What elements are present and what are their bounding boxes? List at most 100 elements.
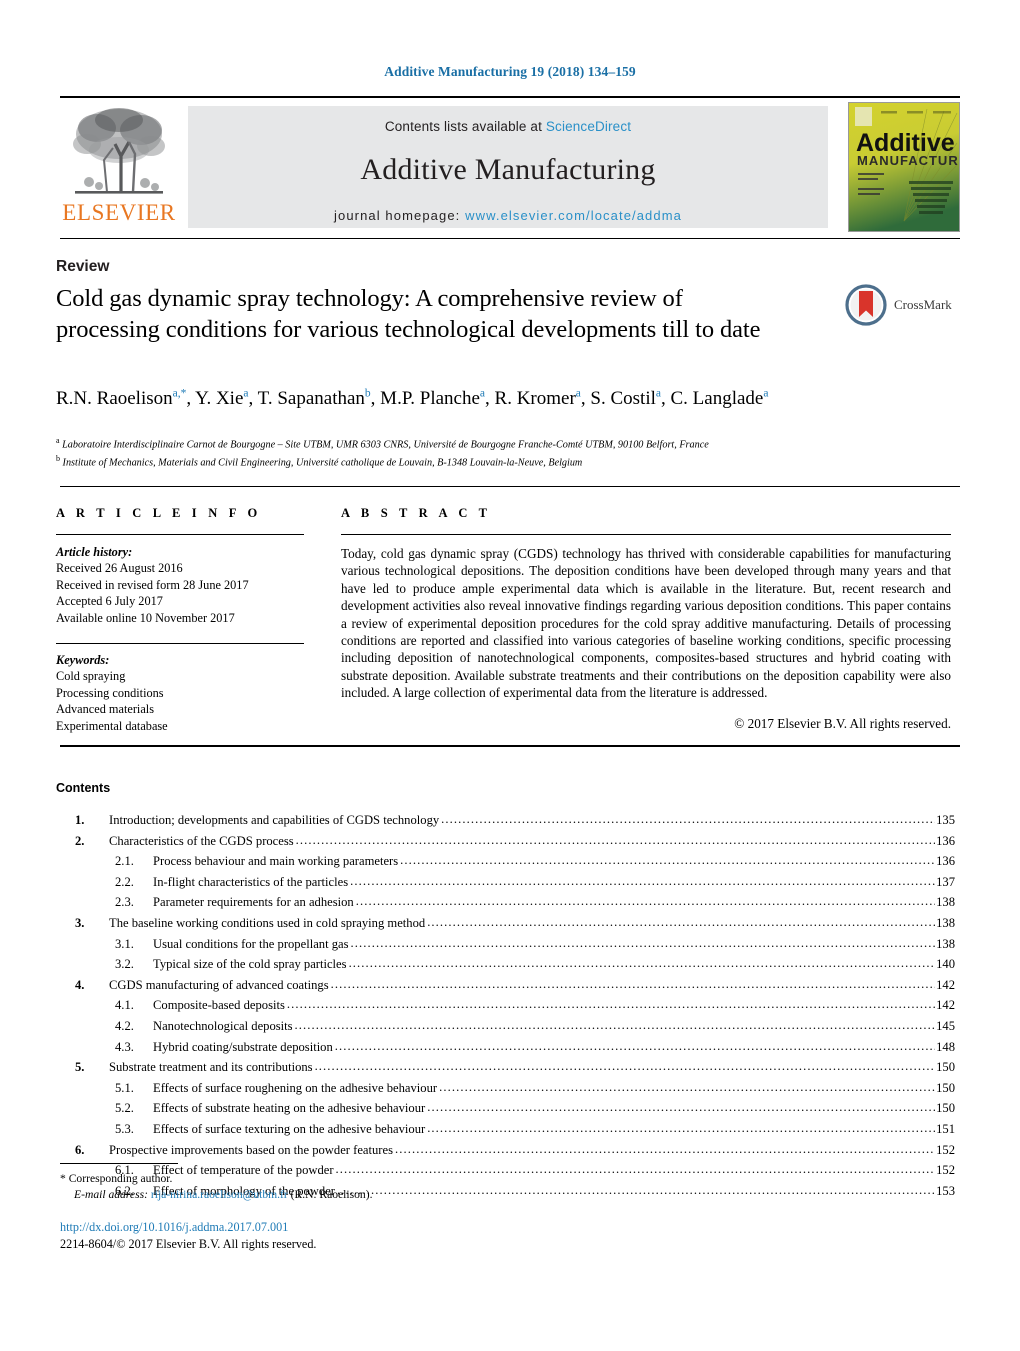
toc-entry-label: Effects of surface roughening on the adh… — [153, 1080, 438, 1095]
toc-entry[interactable]: 2.2. In-flight characteristics of the par… — [75, 872, 955, 893]
elsevier-wordmark: ELSEVIER — [62, 200, 176, 225]
svg-text:MANUFACTURING: MANUFACTURING — [857, 153, 959, 168]
toc-entry[interactable]: 2.3. Parameter requirements for an adhesi… — [75, 892, 955, 913]
toc-entry-page: 152 — [936, 1163, 955, 1178]
toc-leader-dots: ........................................… — [441, 812, 935, 826]
doi-block: http://dx.doi.org/10.1016/j.addma.2017.0… — [60, 1219, 316, 1252]
doi-link[interactable]: http://dx.doi.org/10.1016/j.addma.2017.0… — [60, 1219, 316, 1236]
toc-entry-page: 145 — [936, 1018, 955, 1033]
toc-entry-number: 4. — [75, 977, 85, 992]
email-line: E-mail address: rija-nirina.raoelison@ut… — [60, 1187, 680, 1203]
article-history-label: Article history: — [56, 545, 133, 559]
toc-entry[interactable]: 3.2. Typical size of the cold spray parti… — [75, 954, 955, 975]
journal-masthead: ELSEVIER Contents lists available at Sci… — [60, 96, 960, 234]
toc-entry-label: In-flight characteristics of the particl… — [153, 874, 349, 889]
toc-entry-number: 2.2. — [115, 874, 134, 889]
abstract-text: Today, cold gas dynamic spray (CGDS) tec… — [341, 546, 951, 701]
toc-entry-page: 137 — [936, 874, 955, 889]
toc-entry[interactable]: 4.2. Nanotechnological deposits..........… — [75, 1016, 955, 1037]
article-history: Article history: Received 26 August 2016… — [56, 544, 304, 626]
toc-entry-label: Hybrid coating/substrate deposition — [153, 1039, 333, 1054]
toc-leader-dots: ........................................… — [294, 1017, 936, 1032]
table-of-contents: 1. Introduction; developments and capabil… — [75, 810, 955, 1201]
email-link[interactable]: rija-nirina.raoelison@utbm.fr — [151, 1188, 288, 1201]
toc-entry-number: 5. — [75, 1060, 85, 1075]
toc-entry-page: 150 — [936, 1080, 955, 1095]
corresponding-text: Corresponding author. — [68, 1172, 173, 1185]
toc-entry[interactable]: 2. Characteristics of the CGDS process...… — [75, 831, 955, 852]
toc-entry[interactable]: 4.3. Hybrid coating/substrate deposition.… — [75, 1037, 955, 1058]
toc-entry-page: 136 — [936, 854, 955, 869]
toc-entry-label: Substrate treatment and its contribution… — [109, 1060, 313, 1075]
toc-entry[interactable]: 3.1. Usual conditions for the propellant … — [75, 934, 955, 955]
toc-entry-page: 148 — [936, 1039, 955, 1054]
authors-inline: R.N. Raoelisona,*, Y. Xiea, T. Sapanatha… — [56, 388, 769, 410]
toc-entry-number: 5.1. — [115, 1080, 134, 1095]
toc-entry[interactable]: 2.1. Process behaviour and main working p… — [75, 851, 955, 872]
affiliation-b-text: Institute of Mechanics, Materials and Ci… — [62, 457, 583, 469]
toc-entry-label: Characteristics of the CGDS process — [109, 833, 294, 848]
toc-entry[interactable]: 4. CGDS manufacturing of advanced coating… — [75, 975, 955, 996]
abstract-heading: A B S T R A C T — [341, 506, 492, 520]
running-head: Additive Manufacturing 19 (2018) 134–159 — [384, 64, 636, 79]
contents-lists-line: Contents lists available at ScienceDirec… — [188, 106, 828, 134]
toc-entry[interactable]: 6. Prospective improvements based on the … — [75, 1140, 955, 1161]
sciencedirect-link[interactable]: ScienceDirect — [546, 119, 631, 134]
contents-lists-prefix: Contents lists available at — [384, 119, 546, 134]
toc-entry-page: 140 — [936, 957, 955, 972]
toc-entry[interactable]: 3. The baseline working conditions used i… — [75, 913, 955, 934]
affiliation-a-text: Laboratoire Interdisciplinaire Carnot de… — [62, 439, 709, 451]
toc-entry[interactable]: 5.3. Effects of surface texturing on the … — [75, 1119, 955, 1140]
history-revised: Received in revised form 28 June 2017 — [56, 577, 249, 592]
toc-entry[interactable]: 1. Introduction; developments and capabil… — [75, 810, 955, 831]
keyword-item: Processing conditions — [56, 685, 164, 700]
toc-entry[interactable]: 5.2. Effects of substrate heating on the … — [75, 1098, 955, 1119]
corresponding-author-note: * Corresponding author. E-mail address: … — [60, 1171, 680, 1202]
toc-entry-label: Effects of surface texturing on the adhe… — [153, 1121, 426, 1136]
toc-leader-dots: ........................................… — [295, 832, 935, 847]
toc-entry-page: 136 — [936, 833, 955, 848]
toc-entry[interactable]: 5. Substrate treatment and its contributi… — [75, 1057, 955, 1078]
keyword-item: Advanced materials — [56, 702, 154, 717]
abstract-section-top-rule — [60, 486, 960, 487]
toc-entry-label: Prospective improvements based on the po… — [109, 1142, 393, 1157]
paper-page: Additive Manufacturing 19 (2018) 134–159 — [0, 0, 1020, 1351]
toc-entry-page: 150 — [936, 1101, 955, 1116]
abstract-rule — [341, 534, 951, 535]
toc-entry-label: Process behaviour and main working param… — [153, 854, 399, 869]
toc-entry[interactable]: 5.1. Effects of surface roughening on the… — [75, 1078, 955, 1099]
keyword-item: Cold spraying — [56, 669, 126, 684]
issn-copyright-line: 2214-8604/© 2017 Elsevier B.V. All right… — [60, 1236, 317, 1251]
toc-leader-dots: ........................................… — [355, 894, 935, 909]
toc-leader-dots: ........................................… — [330, 976, 935, 991]
history-received: Received 26 August 2016 — [56, 561, 183, 576]
corresponding-marker: * — [60, 1172, 66, 1185]
toc-entry-page: 150 — [936, 1060, 955, 1075]
toc-entry-label: Introduction; developments and capabilit… — [109, 813, 440, 827]
crossmark-badge[interactable]: CrossMark — [845, 282, 963, 328]
toc-entry[interactable]: 4.1. Composite-based deposits............… — [75, 995, 955, 1016]
article-info-heading: A R T I C L E I N F O — [56, 506, 262, 520]
masthead-top-rule — [60, 96, 960, 98]
affiliation-mark-b: b — [56, 454, 60, 464]
keywords-block: Keywords: Cold spraying Processing condi… — [56, 643, 304, 734]
toc-leader-dots: ........................................… — [439, 1079, 936, 1094]
toc-entry-page: 142 — [936, 977, 955, 992]
toc-entry-number: 4.1. — [115, 998, 134, 1013]
journal-homepage-link[interactable]: www.elsevier.com/locate/addma — [465, 208, 682, 223]
toc-leader-dots: ........................................… — [427, 1100, 936, 1115]
toc-leader-dots: ........................................… — [348, 956, 936, 971]
journal-homepage-line: journal homepage: www.elsevier.com/locat… — [188, 208, 828, 223]
article-info-rule — [56, 534, 304, 535]
toc-entry-number: 2. — [75, 833, 85, 848]
toc-leader-dots: ........................................… — [400, 853, 936, 868]
toc-leader-dots: ........................................… — [350, 873, 936, 888]
elsevier-tree-icon — [73, 108, 165, 194]
keywords-rule — [56, 643, 304, 645]
affiliation-mark-a: a — [56, 436, 60, 445]
author-list: R.N. Raoelisona,*, Y. Xiea, T. Sapanatha… — [56, 381, 816, 412]
email-owner: (R.N. Raoelison). — [290, 1187, 373, 1201]
toc-leader-dots: ........................................… — [314, 1059, 936, 1074]
article-info-column: A R T I C L E I N F O Article history: R… — [56, 506, 304, 734]
affiliations: a Laboratoire Interdisciplinaire Carnot … — [56, 434, 956, 471]
